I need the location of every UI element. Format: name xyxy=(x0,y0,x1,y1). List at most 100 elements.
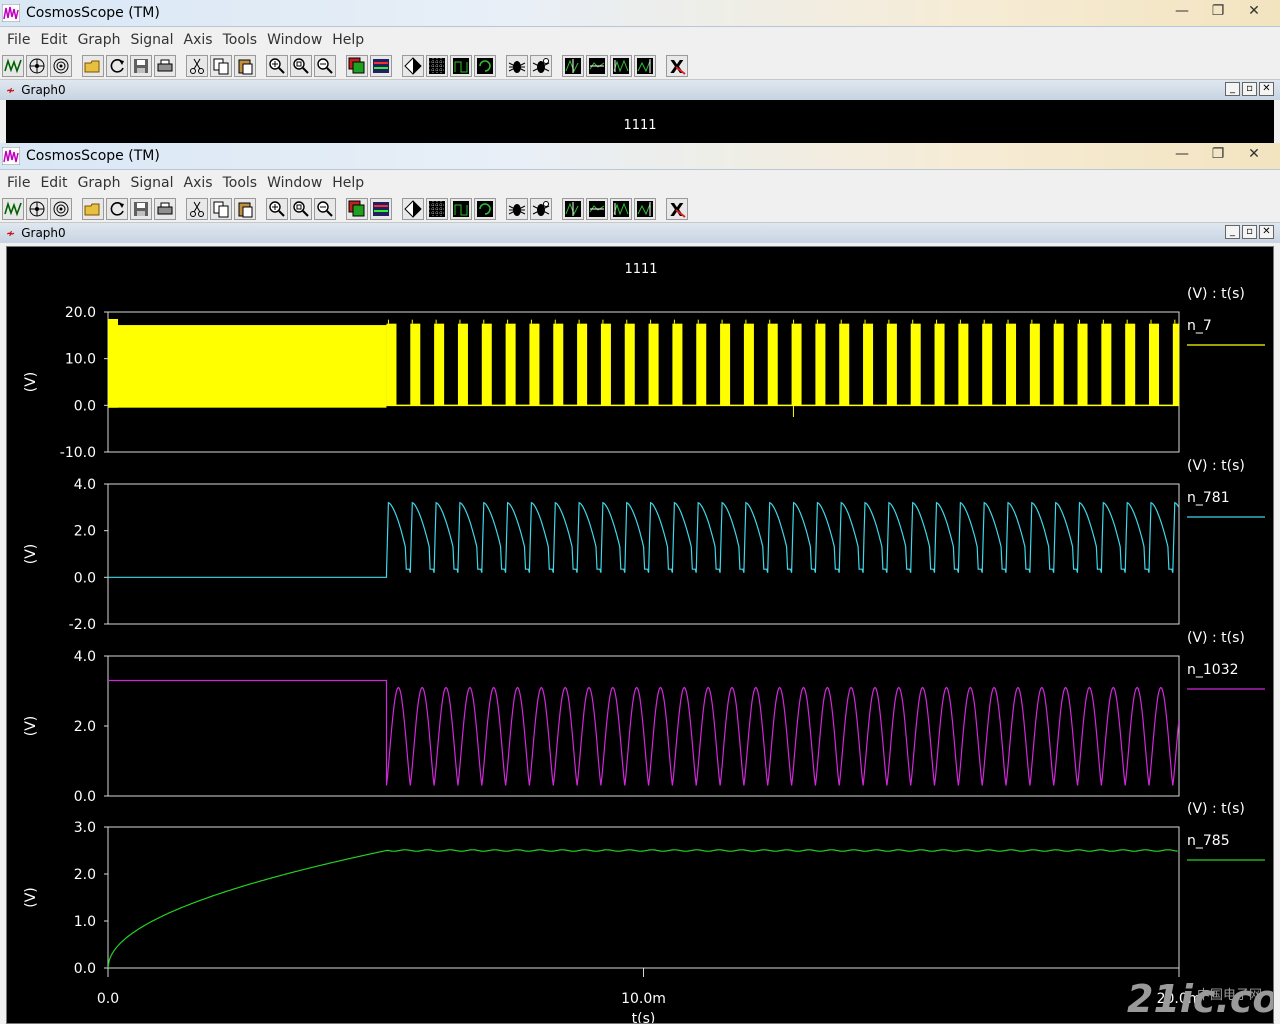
waveform-button[interactable] xyxy=(2,55,24,77)
save-button[interactable] xyxy=(130,198,152,220)
save-button[interactable] xyxy=(130,55,152,77)
menu-graph[interactable]: Graph xyxy=(73,175,126,191)
graph-window-bar: ≁ Graph0 _ ▫ ✕ xyxy=(0,223,1280,244)
panel-n_7[interactable]: 20.0 10.0 0.0 -10.0 (V) (V) : t(s) n_7 xyxy=(23,286,1265,461)
menu-window[interactable]: Window xyxy=(262,175,327,191)
graph-restore-button[interactable]: ▫ xyxy=(1242,225,1257,239)
graph-canvas[interactable]: 1111 20.0 10.0 0.0 -10.0 (V) (V) : t(s) n_7 4.0… xyxy=(6,246,1274,1024)
marker-button[interactable] xyxy=(402,55,424,77)
menu-graph[interactable]: Graph xyxy=(73,32,126,48)
paste-button[interactable] xyxy=(234,198,256,220)
cut-button[interactable] xyxy=(186,198,208,220)
graph-minimize-button[interactable]: _ xyxy=(1225,82,1240,96)
bug-settings-button[interactable] xyxy=(530,198,552,220)
measure1-button[interactable] xyxy=(562,55,584,77)
bug-settings-icon xyxy=(532,58,550,73)
x-axis-label: t(s) xyxy=(632,1011,656,1023)
waveform-plot[interactable]: 1111 20.0 10.0 0.0 -10.0 (V) (V) : t(s) n_7 4.0… xyxy=(7,247,1273,1023)
zoom-out-button[interactable] xyxy=(314,55,336,77)
grid-button[interactable] xyxy=(426,55,448,77)
zoom-fit-button[interactable] xyxy=(290,55,312,77)
pulse xyxy=(1029,323,1040,406)
axis-button[interactable] xyxy=(450,198,472,220)
minimize-button[interactable]: — xyxy=(1164,143,1200,165)
measure2-button[interactable] xyxy=(586,198,608,220)
zoom-in-button[interactable] xyxy=(266,55,288,77)
measure4-button[interactable] xyxy=(634,198,656,220)
cut-button[interactable] xyxy=(186,55,208,77)
measure4-button[interactable] xyxy=(634,55,656,77)
menu-edit[interactable]: Edit xyxy=(35,32,72,48)
background-plot: 1111 xyxy=(6,100,1274,143)
menu-tools[interactable]: Tools xyxy=(218,175,263,191)
measure1-button[interactable] xyxy=(562,198,584,220)
maximize-button[interactable]: ❐ xyxy=(1200,143,1236,165)
trace xyxy=(108,501,1179,578)
nodes-button[interactable] xyxy=(26,55,48,77)
menu-file[interactable]: File xyxy=(2,32,35,48)
graph-minimize-button[interactable]: _ xyxy=(1225,225,1240,239)
graph-close-button[interactable]: ✕ xyxy=(1259,225,1274,239)
pulse xyxy=(720,323,731,406)
menu-signal[interactable]: Signal xyxy=(126,175,179,191)
nodes-button[interactable] xyxy=(26,198,48,220)
menu-help[interactable]: Help xyxy=(327,32,369,48)
paste-button[interactable] xyxy=(234,55,256,77)
menu-tools[interactable]: Tools xyxy=(218,32,263,48)
menu-axis[interactable]: Axis xyxy=(179,32,218,48)
measure2-button[interactable] xyxy=(586,55,608,77)
axis-button[interactable] xyxy=(450,55,472,77)
menu-file[interactable]: File xyxy=(2,175,35,191)
maximize-button[interactable]: ❐ xyxy=(1200,0,1236,22)
waveform-button[interactable] xyxy=(2,198,24,220)
reload-button[interactable] xyxy=(106,198,128,220)
refresh-button[interactable] xyxy=(474,55,496,77)
reload-button[interactable] xyxy=(106,55,128,77)
measure3-button[interactable] xyxy=(610,55,632,77)
panel-n_785[interactable]: 3.0 2.0 1.0 0.0 (V) (V) : t(s) n_785 xyxy=(23,801,1265,977)
open-folder-button[interactable] xyxy=(82,55,104,77)
bug-button[interactable] xyxy=(506,55,528,77)
menu-edit[interactable]: Edit xyxy=(35,175,72,191)
menu-bar: File Edit Graph Signal Axis Tools Window Help xyxy=(0,170,1280,196)
stack-button[interactable] xyxy=(346,198,368,220)
print-button[interactable] xyxy=(154,55,176,77)
refresh-button[interactable] xyxy=(474,198,496,220)
pulse xyxy=(553,323,564,406)
open-folder-icon xyxy=(84,203,100,216)
delete-x-button[interactable]: X xyxy=(666,55,688,77)
graph-close-button[interactable]: ✕ xyxy=(1259,82,1274,96)
legend-name: n_785 xyxy=(1187,833,1230,849)
pulse xyxy=(600,323,611,406)
target-button[interactable] xyxy=(50,55,72,77)
bus-button[interactable] xyxy=(370,55,392,77)
panel-n_1032[interactable]: 4.0 2.0 0.0 (V) (V) : t(s) n_1032 xyxy=(23,630,1265,805)
stack-button[interactable] xyxy=(346,55,368,77)
bug-settings-button[interactable] xyxy=(530,55,552,77)
zoom-in-button[interactable] xyxy=(266,198,288,220)
bus-button[interactable] xyxy=(370,198,392,220)
copy-button[interactable] xyxy=(210,55,232,77)
measure3-button[interactable] xyxy=(610,198,632,220)
zoom-fit-button[interactable] xyxy=(290,198,312,220)
graph-restore-button[interactable]: ▫ xyxy=(1242,82,1257,96)
panel-n_781[interactable]: 4.0 2.0 0.0 -2.0 (V) (V) : t(s) n_781 xyxy=(23,458,1265,633)
menu-window[interactable]: Window xyxy=(262,32,327,48)
bug-button[interactable] xyxy=(506,198,528,220)
menu-help[interactable]: Help xyxy=(327,175,369,191)
delete-x-button[interactable]: X xyxy=(666,198,688,220)
close-button[interactable]: ✕ xyxy=(1236,143,1272,165)
zoom-out-button[interactable] xyxy=(314,198,336,220)
waveform-n_785 xyxy=(108,849,1178,968)
marker-button[interactable] xyxy=(402,198,424,220)
open-folder-button[interactable] xyxy=(82,198,104,220)
target-button[interactable] xyxy=(50,198,72,220)
copy-button[interactable] xyxy=(210,198,232,220)
menu-axis[interactable]: Axis xyxy=(179,175,218,191)
menu-signal[interactable]: Signal xyxy=(126,32,179,48)
grid-button[interactable] xyxy=(426,198,448,220)
minimize-button[interactable]: — xyxy=(1164,0,1200,22)
print-button[interactable] xyxy=(154,198,176,220)
pulse xyxy=(1006,323,1017,406)
close-button[interactable]: ✕ xyxy=(1236,0,1272,22)
